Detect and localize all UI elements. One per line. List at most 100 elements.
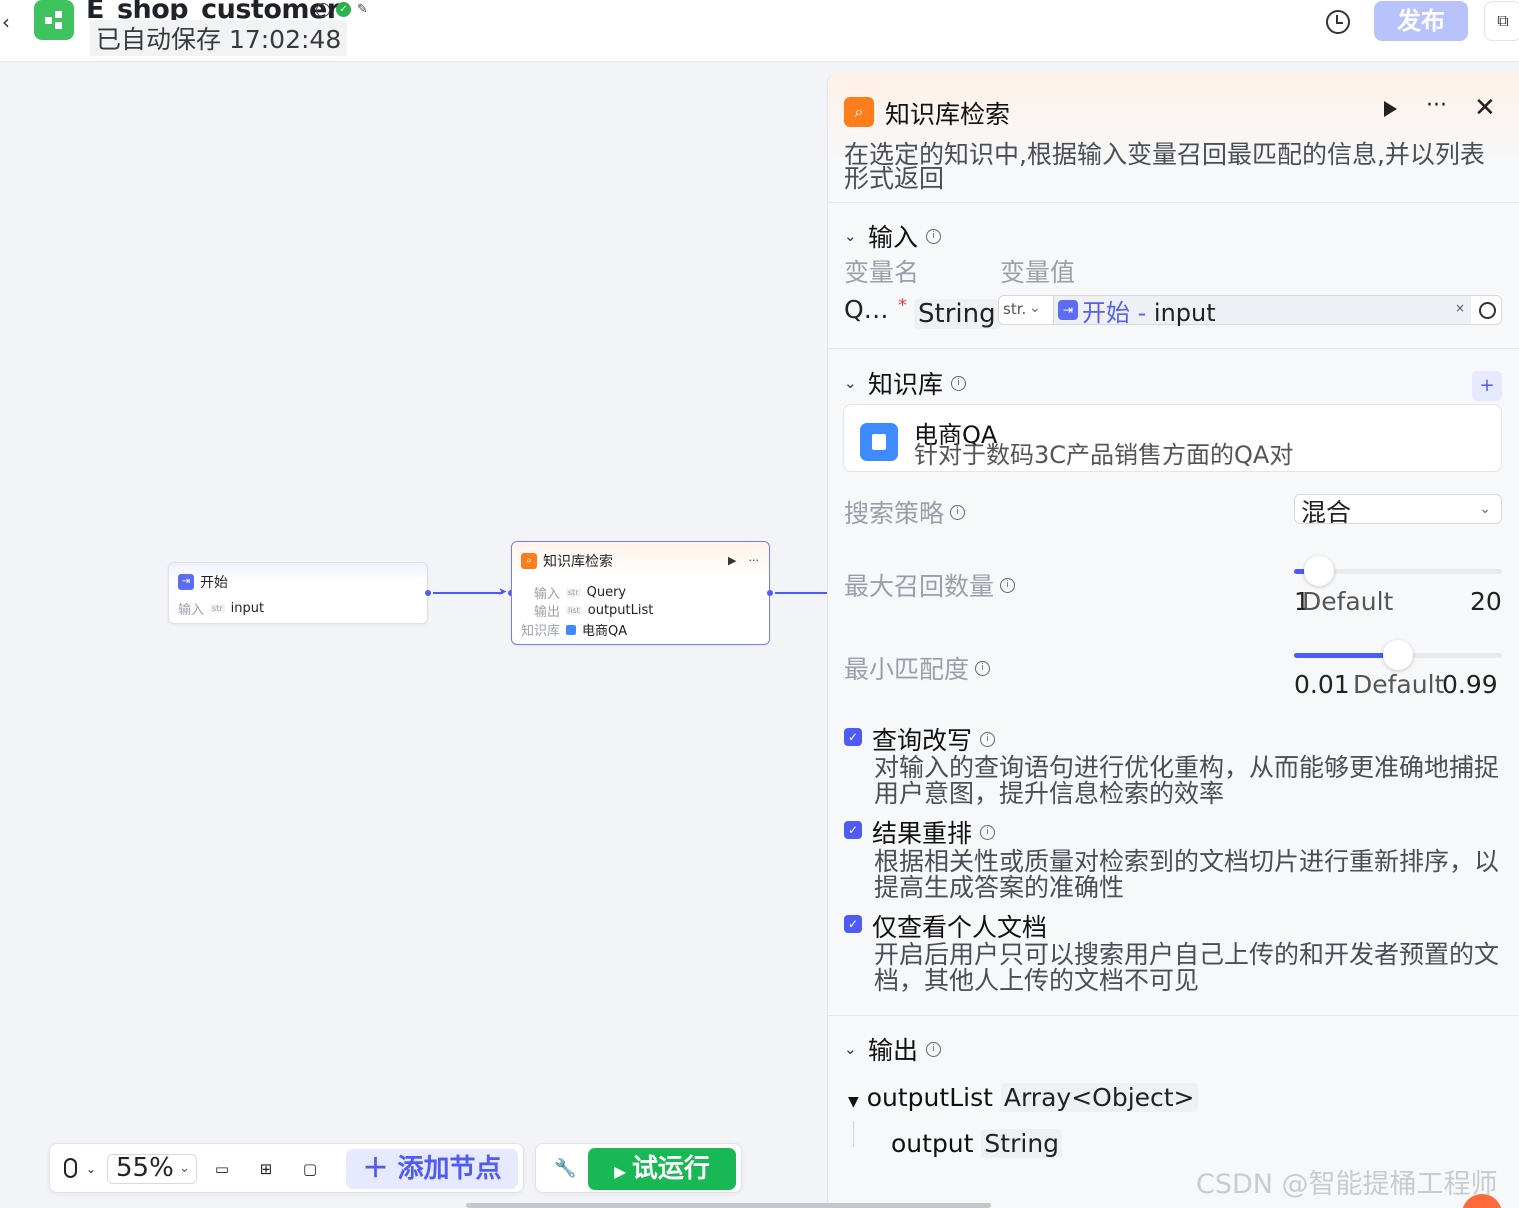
min-score-max: 0.99 [1442, 670, 1498, 699]
start-icon: ⇥ [1058, 300, 1078, 320]
query-rewrite-checkbox[interactable]: ✓ [844, 728, 862, 746]
settings-icon[interactable] [1479, 302, 1496, 319]
history-icon[interactable] [1326, 10, 1350, 34]
output-list-row[interactable]: ▼ outputList Array<Object> [848, 1083, 1198, 1112]
add-node-label: 添加节点 [397, 1154, 502, 1184]
kb-section-title: 知识库 [868, 370, 944, 399]
info-icon[interactable]: i [980, 731, 996, 747]
more-icon[interactable]: ⧉ [1484, 1, 1519, 41]
minimap-icon[interactable]: ▢ [301, 1160, 319, 1178]
max-recall-label-row: 最大召回数量 i [844, 567, 1016, 603]
info-icon[interactable]: i [951, 375, 967, 391]
kb-description: 针对于数码3C产品销售方面的QA对 [914, 441, 1294, 469]
kb-node-title: 知识库检索 [543, 554, 613, 570]
max-recall-slider[interactable] [1294, 556, 1502, 586]
kb-retrieval-node[interactable]: ⌕ 知识库检索 ▶ ··· 输入 str Query 输出 list outpu… [511, 541, 770, 645]
input-section-header[interactable]: ⌄ 输入 i [844, 218, 942, 254]
var-value-field[interactable]: str. ⌄ ⇥ 开始 - input × [998, 295, 1502, 327]
slider-handle[interactable] [1383, 640, 1413, 670]
var-reference[interactable]: ⇥ 开始 - input [1053, 296, 1471, 327]
panel-description: 在选定的知识中,根据输入变量召回最匹配的信息,并以列表形式返回 [844, 140, 1485, 193]
add-kb-button[interactable]: + [1472, 371, 1502, 401]
chevron-down-icon[interactable]: ⌄ [1029, 300, 1041, 316]
chevron-down-icon: ⌄ [179, 1161, 190, 1176]
personal-docs-checkbox[interactable]: ✓ [844, 915, 862, 933]
output-list-name: outputList [866, 1083, 993, 1112]
info-icon[interactable]: i [950, 504, 966, 520]
panel-title: 知识库检索 [885, 100, 1011, 129]
output-row: output String [891, 1129, 1063, 1158]
info-icon[interactable]: i [926, 228, 942, 244]
start-output-port[interactable] [425, 590, 431, 596]
rerank-checkbox[interactable]: ✓ [844, 821, 862, 839]
info-icon[interactable]: i [1000, 577, 1016, 593]
more-icon[interactable]: ··· [749, 554, 760, 567]
add-node-button[interactable]: ＋ 添加节点 [346, 1149, 518, 1189]
run-toolbar: 🔧 ▶ 试运行 [535, 1143, 742, 1193]
close-icon[interactable]: ✕ [1474, 95, 1496, 121]
var-name-column: 变量名 [844, 258, 920, 287]
trial-run-button[interactable]: ▶ 试运行 [588, 1148, 736, 1190]
info-icon[interactable]: i [926, 1041, 942, 1057]
caret-down-icon[interactable]: ▼ [848, 1094, 859, 1110]
info-icon[interactable]: i [316, 2, 330, 17]
zoom-select[interactable]: 55% ⌄ [107, 1153, 197, 1184]
slider-handle[interactable] [1303, 556, 1334, 586]
layout-icon[interactable]: ⊞ [257, 1160, 275, 1178]
autosave-status: 已自动保存 17:02:48 [90, 20, 348, 56]
chevron-down-icon: ⌄ [844, 227, 857, 245]
output-section-header[interactable]: ⌄ 输出 i [844, 1031, 942, 1067]
plus-icon: ＋ [362, 1154, 398, 1184]
edge-kb-next [775, 592, 827, 594]
strategy-select[interactable]: 混合 ⌄ [1294, 494, 1502, 527]
kb-output-tag: list [566, 606, 582, 615]
strategy-label-row: 搜索策略 i [844, 494, 966, 530]
wrench-icon[interactable]: 🔧 [554, 1158, 576, 1179]
clear-icon[interactable]: × [1455, 301, 1465, 315]
play-icon[interactable] [1384, 101, 1397, 117]
ref-sep: - [1130, 298, 1154, 327]
strategy-value: 混合 [1301, 498, 1352, 527]
max-recall-default: Default [1302, 587, 1394, 616]
ref-source: 开始 [1082, 298, 1130, 327]
chevron-down-icon: ⌄ [844, 374, 857, 392]
horizontal-scrollbar[interactable] [466, 1203, 991, 1208]
var-name: Q… [844, 295, 889, 324]
panel-header: ⌕ 知识库检索 ··· ✕ 在选定的知识中,根据输入变量召回最匹配的信息,并以列… [828, 73, 1519, 203]
mouse-icon[interactable] [64, 1158, 77, 1178]
start-input-value: input [230, 601, 265, 616]
edge-start-kb [433, 592, 503, 594]
required-mark: * [898, 295, 907, 316]
comment-icon[interactable]: ▭ [213, 1160, 231, 1178]
trial-run-label: 试运行 [631, 1154, 710, 1184]
output-type: String [981, 1129, 1063, 1158]
more-icon[interactable]: ··· [1426, 93, 1447, 118]
play-icon[interactable]: ▶ [728, 554, 736, 567]
min-score-slider[interactable] [1294, 640, 1502, 670]
chevron-down-icon[interactable]: ⌄ [86, 1162, 96, 1176]
chevron-down-icon: ⌄ [844, 1040, 857, 1058]
back-icon[interactable]: ‹ [2, 10, 10, 34]
publish-button[interactable]: 发布 [1374, 1, 1468, 41]
edit-icon[interactable]: ✎ [357, 2, 372, 17]
rerank-title: 结果重排 [872, 819, 973, 848]
info-icon[interactable]: i [975, 660, 991, 676]
query-rewrite-title-row: 查询改写 i [872, 721, 996, 757]
canvas-toolbar: ⌄ 55% ⌄ ▭ ⊞ ▢ ＋ 添加节点 [49, 1143, 524, 1193]
arrow-icon: ➤ [498, 585, 508, 598]
kb-section-header[interactable]: ⌄ 知识库 i [844, 365, 967, 401]
play-icon: ▶ [614, 1162, 632, 1181]
kb-output-port[interactable] [767, 590, 773, 596]
start-node[interactable]: ⇥ 开始 输入 str input [168, 562, 428, 624]
kb-search-icon: ⌕ [521, 553, 537, 569]
personal-docs-title-row: 仅查看个人文档 [872, 908, 1047, 944]
min-score-label-row: 最小匹配度 i [844, 650, 991, 686]
kb-card[interactable]: 电商QA 针对于数码3C产品销售方面的QA对 [843, 404, 1502, 472]
document-icon [860, 423, 898, 461]
kb-value: 电商QA [582, 624, 628, 639]
start-input-label: 输入 [178, 603, 205, 618]
input-section-title: 输入 [868, 223, 919, 252]
type-tag: str. [1003, 300, 1027, 318]
info-icon[interactable]: i [980, 824, 996, 840]
strategy-label: 搜索策略 [844, 499, 945, 528]
